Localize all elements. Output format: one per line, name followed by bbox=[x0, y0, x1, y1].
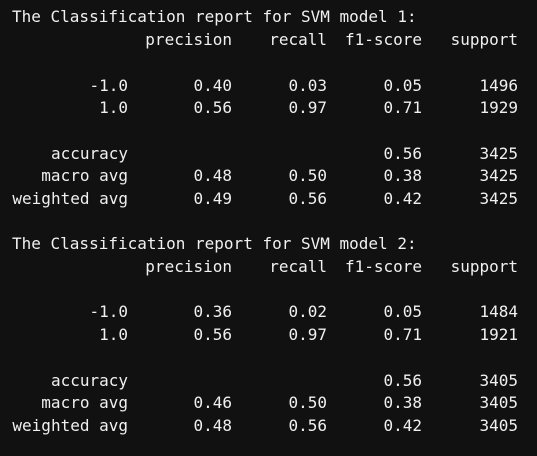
support-value: 1496 bbox=[479, 76, 518, 95]
precision-value: 0.40 bbox=[193, 76, 232, 95]
recall-value: 0.03 bbox=[288, 76, 327, 95]
recall-value: 0.97 bbox=[288, 325, 327, 344]
f1-value: 0.05 bbox=[383, 76, 422, 95]
support-value: 1929 bbox=[479, 98, 518, 117]
recall-value: 0.56 bbox=[288, 416, 327, 435]
col-header-support: support bbox=[450, 30, 518, 49]
f1-value: 0.38 bbox=[383, 166, 422, 185]
support-value: 1484 bbox=[479, 302, 518, 321]
precision-value: 0.56 bbox=[193, 325, 232, 344]
col-header-precision: precision bbox=[145, 257, 232, 276]
precision-value: 0.56 bbox=[193, 98, 232, 117]
f1-value: 0.38 bbox=[383, 393, 422, 412]
recall-value: 0.02 bbox=[288, 302, 327, 321]
precision-value bbox=[150, 143, 232, 165]
support-value: 3405 bbox=[479, 393, 518, 412]
support-value: 3405 bbox=[479, 416, 518, 435]
support-value: 3425 bbox=[479, 144, 518, 163]
report-title: The Classification report for SVM model … bbox=[12, 7, 417, 26]
col-header-precision: precision bbox=[145, 30, 232, 49]
col-header-recall: recall bbox=[269, 257, 327, 276]
f1-value: 0.71 bbox=[383, 325, 422, 344]
report-title: The Classification report for SVM model … bbox=[12, 234, 417, 253]
row-label: macro avg bbox=[41, 166, 128, 185]
precision-value: 0.48 bbox=[193, 166, 232, 185]
row-label: -1.0 bbox=[89, 302, 128, 321]
f1-value: 0.56 bbox=[383, 371, 422, 390]
recall-value bbox=[260, 143, 327, 165]
col-header-f1: f1-score bbox=[344, 30, 422, 49]
recall-value: 0.50 bbox=[288, 393, 327, 412]
f1-value: 0.42 bbox=[383, 416, 422, 435]
row-label: 1.0 bbox=[99, 98, 128, 117]
f1-value: 0.05 bbox=[383, 302, 422, 321]
f1-value: 0.42 bbox=[383, 189, 422, 208]
row-label: 1.0 bbox=[99, 325, 128, 344]
precision-value bbox=[150, 370, 232, 392]
col-header-f1: f1-score bbox=[344, 257, 422, 276]
recall-value: 0.50 bbox=[288, 166, 327, 185]
col-header-recall: recall bbox=[269, 30, 327, 49]
output-console: The Classification report for SVM model … bbox=[0, 0, 537, 456]
row-label: accuracy bbox=[50, 371, 128, 390]
recall-value: 0.56 bbox=[288, 189, 327, 208]
f1-value: 0.71 bbox=[383, 98, 422, 117]
col-header-support: support bbox=[450, 257, 518, 276]
recall-value bbox=[260, 370, 327, 392]
precision-value: 0.36 bbox=[193, 302, 232, 321]
support-value: 3405 bbox=[479, 371, 518, 390]
row-label: -1.0 bbox=[89, 76, 128, 95]
row-label: accuracy bbox=[50, 144, 128, 163]
row-label: weighted avg bbox=[12, 416, 128, 435]
precision-value: 0.48 bbox=[193, 416, 232, 435]
row-label: weighted avg bbox=[12, 189, 128, 208]
support-value: 3425 bbox=[479, 166, 518, 185]
recall-value: 0.97 bbox=[288, 98, 327, 117]
precision-value: 0.46 bbox=[193, 393, 232, 412]
support-value: 3425 bbox=[479, 189, 518, 208]
f1-value: 0.56 bbox=[383, 144, 422, 163]
precision-value: 0.49 bbox=[193, 189, 232, 208]
support-value: 1921 bbox=[479, 325, 518, 344]
row-label: macro avg bbox=[41, 393, 128, 412]
